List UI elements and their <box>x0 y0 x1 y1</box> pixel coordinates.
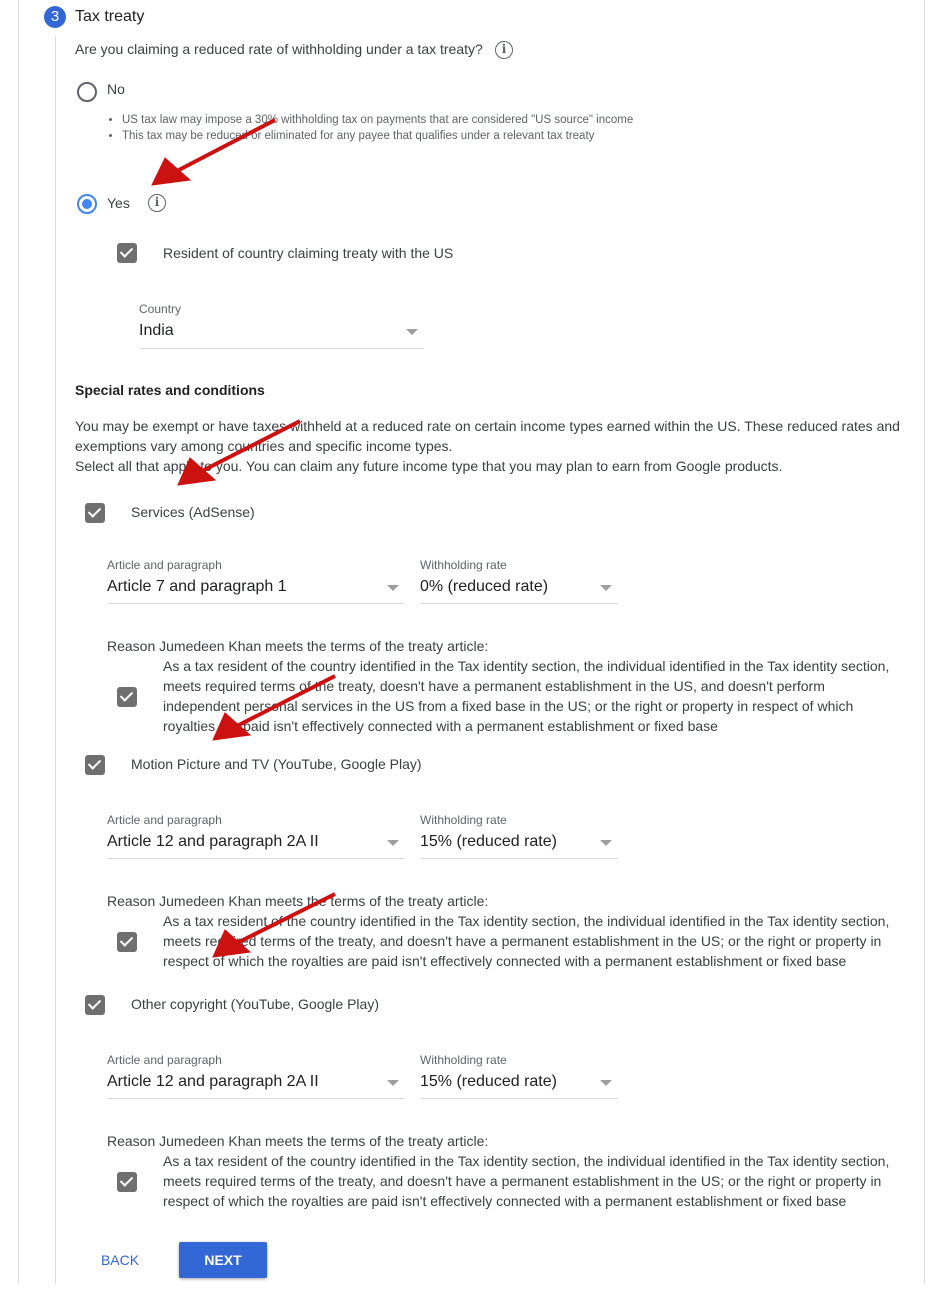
rate-underline <box>420 1098 618 1099</box>
reason-text: As a tax resident of the country identif… <box>163 1153 890 1209</box>
reason-label: Reason Jumedeen Khan meets the terms of … <box>107 1133 489 1149</box>
note-item: US tax law may impose a 30% withholding … <box>122 112 633 128</box>
article-underline <box>107 603 405 604</box>
reason-checkbox[interactable] <box>117 932 137 952</box>
reason-text: As a tax resident of the country identif… <box>163 913 890 969</box>
chevron-down-icon[interactable] <box>387 585 399 591</box>
next-button[interactable]: NEXT <box>179 1242 267 1278</box>
chevron-down-icon[interactable] <box>387 840 399 846</box>
rate-select[interactable]: 0% (reduced rate) <box>420 578 548 596</box>
reason-text: As a tax resident of the country identif… <box>163 658 890 734</box>
income-type-label: Other copyright (YouTube, Google Play) <box>131 996 379 1012</box>
step-number-badge: 3 <box>44 6 66 28</box>
article-select[interactable]: Article 12 and paragraph 2A II <box>107 833 319 851</box>
reason-checkbox[interactable] <box>117 1172 137 1192</box>
radio-no[interactable] <box>77 82 97 102</box>
rate-label: Withholding rate <box>420 1053 507 1067</box>
article-select[interactable]: Article 12 and paragraph 2A II <box>107 1073 319 1091</box>
article-label: Article and paragraph <box>107 1053 222 1067</box>
country-underline <box>139 348 424 349</box>
rate-select[interactable]: 15% (reduced rate) <box>420 833 557 851</box>
step-title: Tax treaty <box>75 8 145 25</box>
radio-yes-label: Yes <box>107 195 130 211</box>
resident-checkbox-label: Resident of country claiming treaty with… <box>163 245 454 261</box>
income-type-checkbox-motion-picture[interactable] <box>85 755 105 775</box>
chevron-down-icon[interactable] <box>406 329 418 335</box>
income-type-label: Motion Picture and TV (YouTube, Google P… <box>131 756 422 772</box>
rate-underline <box>420 858 618 859</box>
special-rates-heading: Special rates and conditions <box>75 382 265 398</box>
article-select[interactable]: Article 7 and paragraph 1 <box>107 578 287 596</box>
chevron-down-icon[interactable] <box>600 1080 612 1086</box>
step-connector-line <box>55 36 56 1284</box>
special-rates-description: You may be exempt or have taxes withheld… <box>75 416 905 476</box>
no-option-notes: US tax law may impose a 30% withholding … <box>108 112 633 144</box>
radio-no-label: No <box>107 81 125 97</box>
chevron-down-icon[interactable] <box>387 1080 399 1086</box>
note-item: This tax may be reduced or eliminated fo… <box>122 128 633 144</box>
article-underline <box>107 1098 405 1099</box>
income-type-checkbox-services[interactable] <box>85 503 105 523</box>
radio-yes[interactable] <box>77 194 97 214</box>
income-type-label: Services (AdSense) <box>131 504 255 520</box>
description-line: You may be exempt or have taxes withheld… <box>75 418 900 454</box>
description-line: Select all that apply to you. You can cl… <box>75 458 783 474</box>
article-underline <box>107 858 405 859</box>
reason-label: Reason Jumedeen Khan meets the terms of … <box>107 893 489 909</box>
article-label: Article and paragraph <box>107 813 222 827</box>
chevron-down-icon[interactable] <box>600 585 612 591</box>
rate-label: Withholding rate <box>420 558 507 572</box>
back-button[interactable]: BACK <box>90 1243 150 1277</box>
rate-label: Withholding rate <box>420 813 507 827</box>
country-label: Country <box>139 302 182 316</box>
income-type-checkbox-other-copyright[interactable] <box>85 995 105 1015</box>
chevron-down-icon[interactable] <box>600 840 612 846</box>
rate-select[interactable]: 15% (reduced rate) <box>420 1073 557 1091</box>
reason-checkbox[interactable] <box>117 687 137 707</box>
treaty-question: Are you claiming a reduced rate of withh… <box>75 41 483 57</box>
article-label: Article and paragraph <box>107 558 222 572</box>
country-select[interactable]: India <box>139 322 174 340</box>
info-icon[interactable]: i <box>495 41 513 59</box>
resident-checkbox[interactable] <box>117 243 137 263</box>
info-icon[interactable]: i <box>148 194 166 212</box>
rate-underline <box>420 603 618 604</box>
reason-label: Reason Jumedeen Khan meets the terms of … <box>107 638 489 654</box>
